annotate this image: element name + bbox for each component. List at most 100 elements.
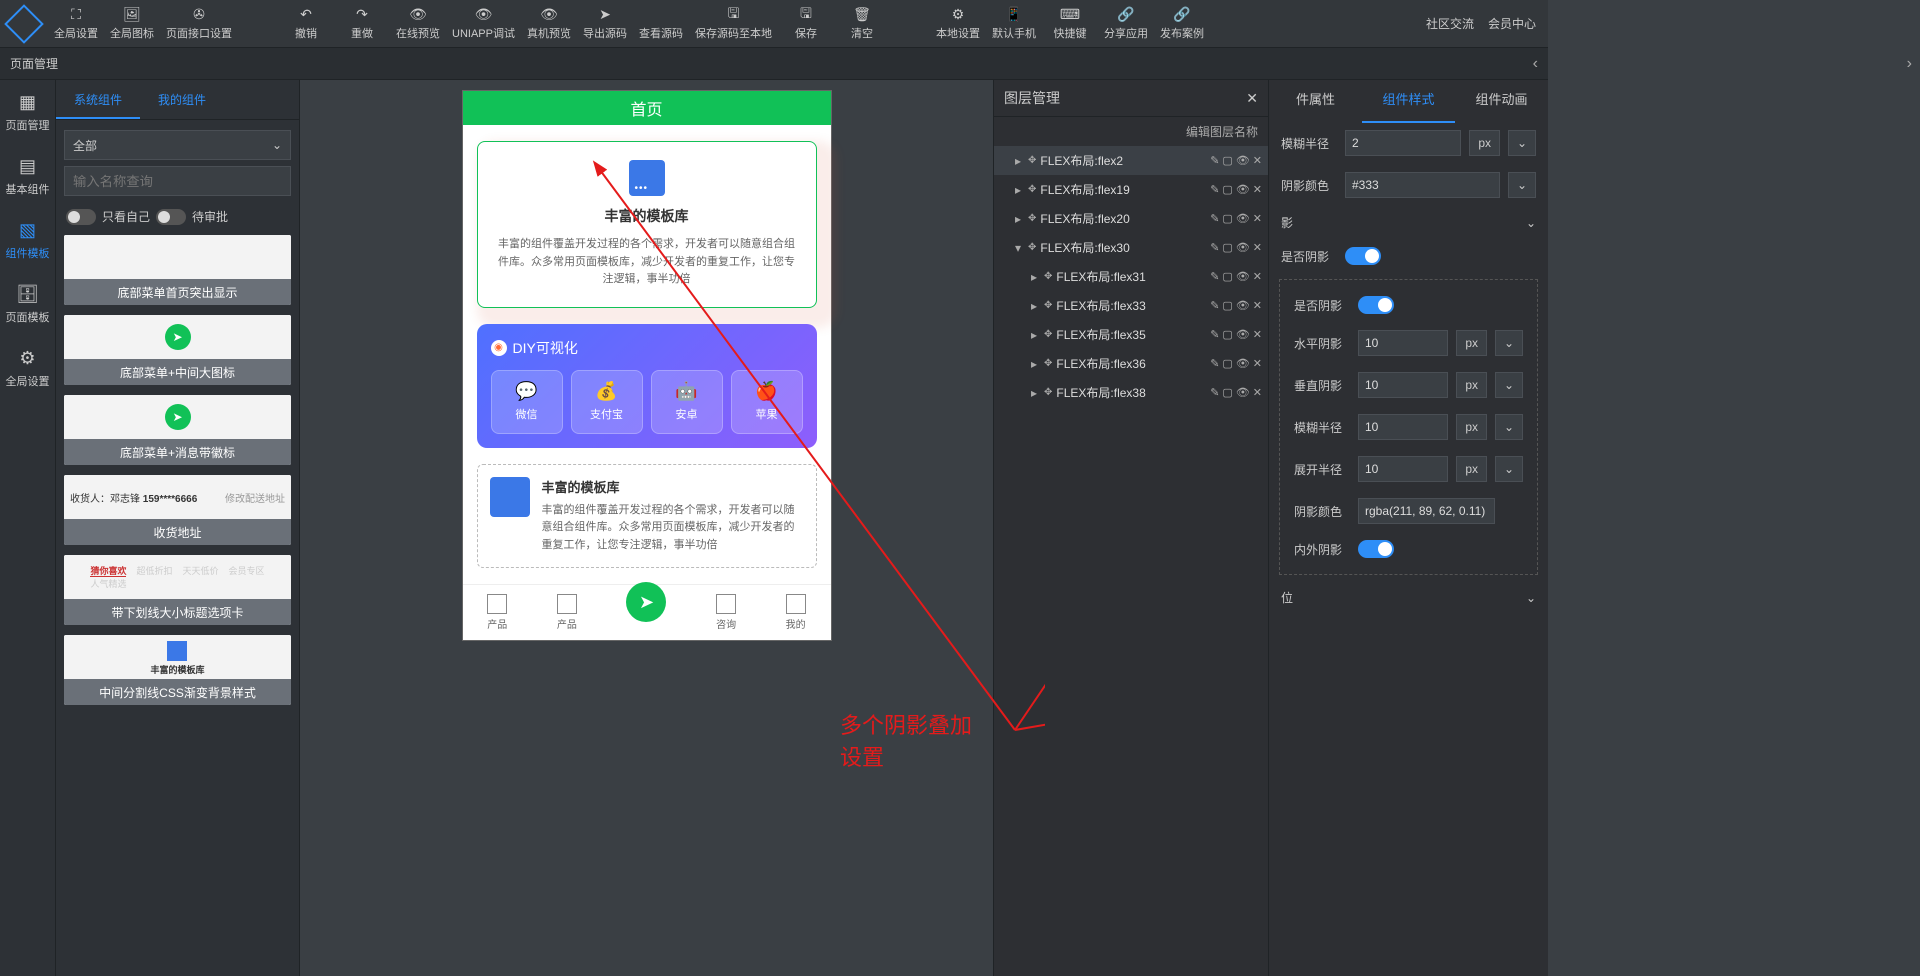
shadow-color-input-2[interactable]: rgba(211, 89, 62, 0.11) [1358, 498, 1495, 524]
toolbar-查看源码[interactable]: 查看源码 [633, 3, 689, 45]
move-icon[interactable]: ✥ [1044, 300, 1052, 311]
tabbar-item[interactable]: 咨询 [716, 594, 736, 631]
move-icon[interactable]: ✥ [1044, 387, 1052, 398]
toolbar-清空[interactable]: 🗑清空 [834, 3, 890, 45]
tabbar-item[interactable]: 产品 [487, 594, 507, 631]
inout-shadow-switch[interactable] [1358, 540, 1394, 558]
layer-row[interactable]: ▸✥FLEX布局:flex31✎▢👁✕ [994, 262, 1268, 291]
toolbar-撤销[interactable]: ↶撤销 [278, 3, 334, 45]
toolbar-UNIAPP调试[interactable]: 👁UNIAPP调试 [446, 3, 521, 45]
diy-cell-安卓[interactable]: 🤖安卓 [651, 370, 723, 434]
expand-icon[interactable]: ▸ [1028, 328, 1040, 342]
component-card[interactable]: 底部菜单首页突出显示 [64, 235, 291, 305]
move-icon[interactable]: ✥ [1044, 329, 1052, 340]
position-section-header[interactable]: 位⌄ [1269, 581, 1548, 614]
visibility-icon[interactable]: 👁 [1236, 154, 1250, 167]
tab-anim[interactable]: 组件动画 [1455, 80, 1548, 123]
diy-cell-支付宝[interactable]: 💰支付宝 [571, 370, 643, 434]
component-card[interactable]: ➤底部菜单+中间大图标 [64, 315, 291, 385]
layer-row[interactable]: ▸✥FLEX布局:flex2✎▢👁✕ [994, 146, 1268, 175]
is-shadow-switch-2[interactable] [1358, 296, 1394, 314]
edit-icon[interactable]: ✎ [1210, 270, 1219, 283]
delete-icon[interactable]: ✕ [1253, 328, 1262, 341]
delete-icon[interactable]: ✕ [1253, 241, 1262, 254]
visibility-icon[interactable]: 👁 [1236, 386, 1250, 399]
spread-input[interactable]: 10 [1358, 456, 1448, 482]
delete-icon[interactable]: ✕ [1253, 299, 1262, 312]
toolbar-重做[interactable]: ↷重做 [334, 3, 390, 45]
is-shadow-switch[interactable] [1345, 247, 1381, 265]
app-logo[interactable] [0, 0, 48, 48]
edit-icon[interactable]: ✎ [1210, 212, 1219, 225]
rail-页面模板[interactable]: 🗄页面模板 [0, 272, 56, 336]
visibility-icon[interactable]: 👁 [1236, 357, 1250, 370]
chevron-down-icon[interactable]: ⌄ [1495, 372, 1523, 398]
rail-基本组件[interactable]: ▤基本组件 [0, 144, 56, 208]
toolbar-发布案例[interactable]: 🔗发布案例 [1154, 3, 1210, 45]
copy-icon[interactable]: ▢ [1222, 183, 1232, 196]
layer-row[interactable]: ▸✥FLEX布局:flex36✎▢👁✕ [994, 349, 1268, 378]
desc-card[interactable]: 丰富的模板库 丰富的组件覆盖开发过程的各个需求，开发者可以随意组合组件库。众多常… [477, 464, 817, 568]
expand-icon[interactable]: ▸ [1028, 386, 1040, 400]
edit-icon[interactable]: ✎ [1210, 299, 1219, 312]
visibility-icon[interactable]: 👁 [1236, 212, 1250, 225]
toggle-own[interactable] [66, 209, 96, 225]
component-card[interactable]: 丰富的模板库中间分割线CSS渐变背景样式 [64, 635, 291, 705]
layer-row[interactable]: ▸✥FLEX布局:flex33✎▢👁✕ [994, 291, 1268, 320]
copy-icon[interactable]: ▢ [1222, 212, 1232, 225]
close-icon[interactable]: ✕ [1246, 90, 1258, 107]
move-icon[interactable]: ✥ [1028, 242, 1036, 253]
toggle-pending[interactable] [156, 209, 186, 225]
component-card[interactable]: 猜你喜欢人气精选超低折扣天天低价会员专区带下划线大小标题选项卡 [64, 555, 291, 625]
edit-icon[interactable]: ✎ [1210, 328, 1219, 341]
expand-icon[interactable]: ▸ [1028, 299, 1040, 313]
layer-row[interactable]: ▸✥FLEX布局:flex19✎▢👁✕ [994, 175, 1268, 204]
toolbar-默认手机[interactable]: 📱默认手机 [986, 3, 1042, 45]
edit-icon[interactable]: ✎ [1210, 154, 1219, 167]
feature-card[interactable]: 丰富的模板库 丰富的组件覆盖开发过程的各个需求，开发者可以随意组合组件库。众多常… [477, 141, 817, 308]
rail-页面管理[interactable]: ▦页面管理 [0, 80, 56, 144]
toolbar-本地设置[interactable]: ⚙本地设置 [930, 3, 986, 45]
v-shadow-input[interactable]: 10 [1358, 372, 1448, 398]
tab-my-components[interactable]: 我的组件 [140, 80, 224, 119]
expand-icon[interactable]: ▸ [1012, 154, 1024, 168]
shadow-section-header[interactable]: 影⌄ [1269, 206, 1548, 239]
delete-icon[interactable]: ✕ [1253, 357, 1262, 370]
delete-icon[interactable]: ✕ [1253, 183, 1262, 196]
diy-cell-微信[interactable]: 💬微信 [491, 370, 563, 434]
diy-cell-苹果[interactable]: 🍎苹果 [731, 370, 803, 434]
delete-icon[interactable]: ✕ [1253, 212, 1262, 225]
move-icon[interactable]: ✥ [1028, 213, 1036, 224]
copy-icon[interactable]: ▢ [1222, 386, 1232, 399]
tabbar-item[interactable]: 我的 [786, 594, 806, 631]
expand-icon[interactable]: ▸ [1012, 212, 1024, 226]
toolbar-link[interactable]: 社区交流 [1426, 15, 1474, 32]
copy-icon[interactable]: ▢ [1222, 270, 1232, 283]
chevron-down-icon[interactable]: ⌄ [1495, 330, 1523, 356]
toolbar-link[interactable]: 会员中心 [1488, 15, 1536, 32]
toolbar-导出源码[interactable]: ➤导出源码 [577, 3, 633, 45]
edit-icon[interactable]: ✎ [1210, 357, 1219, 370]
edit-icon[interactable]: ✎ [1210, 386, 1219, 399]
rail-全局设置[interactable]: ⚙全局设置 [0, 336, 56, 400]
copy-icon[interactable]: ▢ [1222, 154, 1232, 167]
expand-icon[interactable]: ▸ [1012, 183, 1024, 197]
chevron-down-icon[interactable]: ⌄ [1508, 130, 1536, 156]
edit-icon[interactable]: ✎ [1210, 183, 1219, 196]
toolbar-保存[interactable]: 🖫保存 [778, 3, 834, 45]
search-input[interactable] [64, 166, 291, 196]
chevron-down-icon[interactable]: ⌄ [1508, 172, 1536, 198]
toolbar-快捷键[interactable]: ⌨快捷键 [1042, 3, 1098, 45]
move-icon[interactable]: ✥ [1044, 271, 1052, 282]
toolbar-在线预览[interactable]: 👁在线预览 [390, 3, 446, 45]
h-shadow-input[interactable]: 10 [1358, 330, 1448, 356]
toolbar-真机预览[interactable]: 👁真机预览 [521, 3, 577, 45]
diy-card[interactable]: DIY可视化 💬微信💰支付宝🤖安卓🍎苹果 [477, 324, 817, 448]
tabbar-item[interactable]: 产品 [557, 594, 577, 631]
blur-input-2[interactable]: 10 [1358, 414, 1448, 440]
layer-row[interactable]: ▸✥FLEX布局:flex38✎▢👁✕ [994, 378, 1268, 407]
delete-icon[interactable]: ✕ [1253, 154, 1262, 167]
component-card[interactable]: ➤底部菜单+消息带徽标 [64, 395, 291, 465]
move-icon[interactable]: ✥ [1028, 155, 1036, 166]
move-icon[interactable]: ✥ [1028, 184, 1036, 195]
